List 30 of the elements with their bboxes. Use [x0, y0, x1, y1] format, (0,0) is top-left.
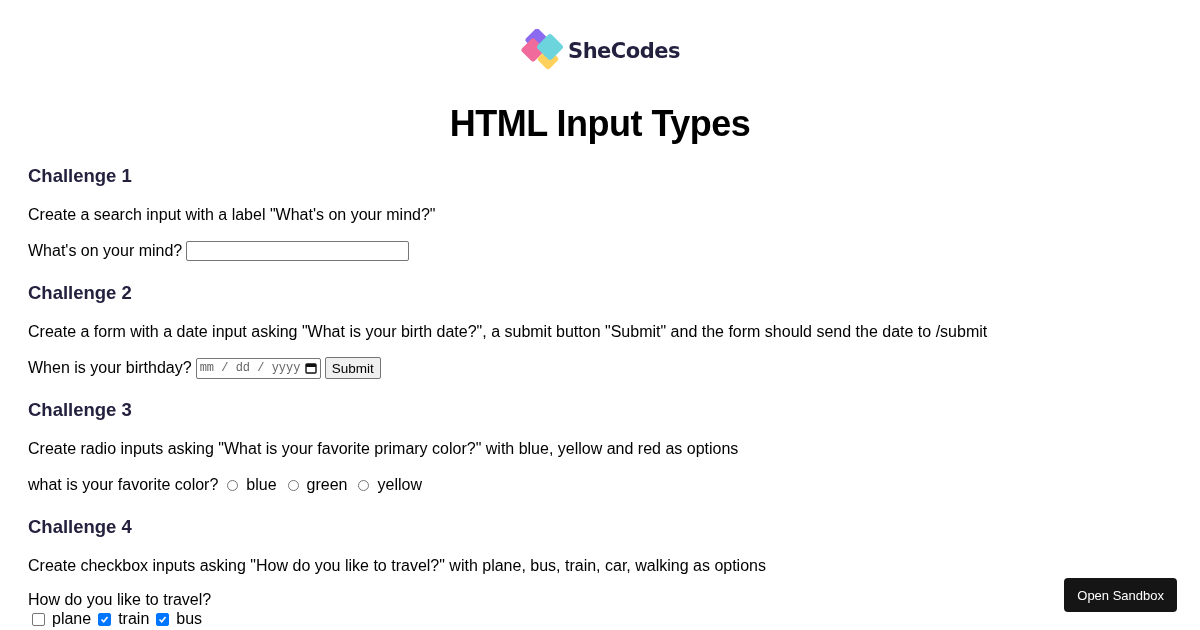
- logo-text: SheCodes: [568, 39, 680, 63]
- checkbox[interactable]: [32, 612, 45, 626]
- challenge-heading: Challenge 3: [28, 398, 133, 422]
- option-label[interactable]: plane: [52, 610, 92, 628]
- challenge-heading: Challenge 1: [28, 164, 133, 188]
- question-label: How do you like to travel?: [28, 590, 212, 610]
- task-text: Create a search input with a label "What's on your mind?": [28, 205, 437, 225]
- option-label[interactable]: green: [306, 476, 348, 494]
- task-text: Create radio inputs asking "What is your favorite primary color?" with blue, yellow and red as options: [28, 439, 740, 459]
- task-text: Create a form with a date input asking "What is your birth date?", a submit button "Submit" and the form should send the date to /submit: [28, 322, 989, 342]
- field-label: What's on your mind?: [28, 242, 183, 260]
- calendar-icon[interactable]: [304, 362, 317, 374]
- option-label[interactable]: blue: [246, 476, 277, 494]
- checkmark-icon: [100, 614, 110, 624]
- page-title: HTML Input Types: [448, 102, 752, 146]
- field-label: When is your birthday?: [28, 359, 192, 377]
- open-sandbox-button[interactable]: Open Sandbox: [1064, 578, 1177, 612]
- option-label[interactable]: yellow: [377, 476, 422, 494]
- question-label: what is your favorite color?: [28, 476, 219, 494]
- checkbox[interactable]: [156, 612, 170, 626]
- challenge-heading: Challenge 2: [28, 281, 133, 305]
- option-label[interactable]: train: [118, 610, 150, 628]
- checkbox[interactable]: [98, 612, 112, 626]
- date-field[interactable]: mm / dd / yyyy: [195, 357, 321, 379]
- challenge-heading: Challenge 4: [28, 515, 133, 539]
- submit-button[interactable]: Submit: [324, 357, 381, 379]
- checkmark-icon: [158, 614, 168, 624]
- task-text: Create checkbox inputs asking "How do you like to travel?" with plane, bus, train, car, walking as options: [28, 556, 767, 576]
- search-field[interactable]: [186, 241, 410, 261]
- option-label[interactable]: bus: [176, 610, 203, 628]
